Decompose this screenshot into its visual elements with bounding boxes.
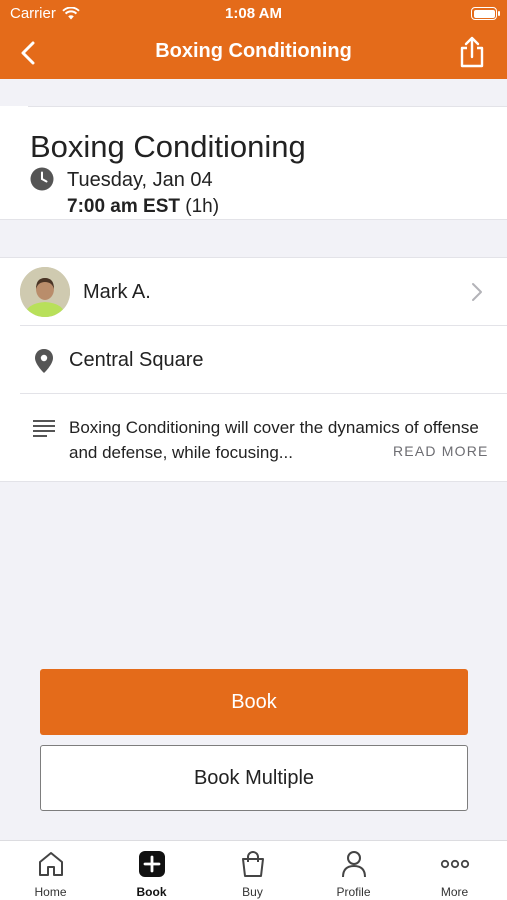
chevron-left-icon [21, 41, 35, 65]
tab-home[interactable]: Home [0, 841, 101, 900]
location-pin-icon [35, 349, 53, 373]
location-name: Central Square [69, 349, 204, 371]
instructor-name: Mark A. [83, 281, 151, 303]
class-start-time: 7:00 am EST [67, 196, 180, 217]
nav-bar: Boxing Conditioning [0, 28, 507, 79]
tab-book[interactable]: Book [101, 841, 202, 900]
tab-profile[interactable]: Profile [303, 841, 404, 900]
read-more-link[interactable]: READ MORE [393, 443, 489, 459]
chevron-right-icon [472, 283, 482, 301]
status-time: 1:08 AM [225, 5, 282, 22]
divider [0, 481, 507, 482]
plus-square-icon [139, 851, 165, 877]
book-button[interactable]: Book [40, 669, 468, 735]
avatar [20, 267, 70, 317]
tab-more[interactable]: More [404, 841, 505, 900]
tab-label: Profile [336, 885, 371, 899]
tab-bar: Home Book Buy Profile More [0, 840, 507, 900]
page-title: Boxing Conditioning [155, 40, 352, 62]
person-icon [342, 851, 366, 878]
divider [0, 219, 507, 220]
class-duration: (1h) [185, 196, 220, 217]
more-dots-icon [440, 859, 470, 869]
share-icon [460, 36, 484, 68]
tab-label: More [440, 885, 469, 899]
home-icon [39, 852, 63, 876]
shopping-bag-icon [242, 851, 264, 877]
back-button[interactable] [12, 37, 44, 69]
app-header: Carrier 1:08 AM Boxing Conditioning [0, 0, 507, 79]
battery-icon [471, 7, 500, 20]
class-date: Tuesday, Jan 04 [67, 169, 213, 191]
status-bar: Carrier 1:08 AM [0, 0, 507, 28]
divider [20, 393, 507, 394]
divider [28, 106, 507, 107]
tab-label: Book [136, 885, 167, 899]
tab-label: Buy [242, 885, 263, 899]
description-icon [33, 420, 55, 437]
book-multiple-button[interactable]: Book Multiple [40, 745, 468, 811]
tab-label: Home [34, 885, 67, 899]
class-time: 7:00 am EST (1h) [67, 196, 219, 218]
clock-icon [30, 167, 54, 191]
instructor-row[interactable] [0, 258, 507, 325]
share-button[interactable] [455, 34, 489, 70]
class-title: Boxing Conditioning [30, 129, 306, 164]
tab-buy[interactable]: Buy [202, 841, 303, 900]
